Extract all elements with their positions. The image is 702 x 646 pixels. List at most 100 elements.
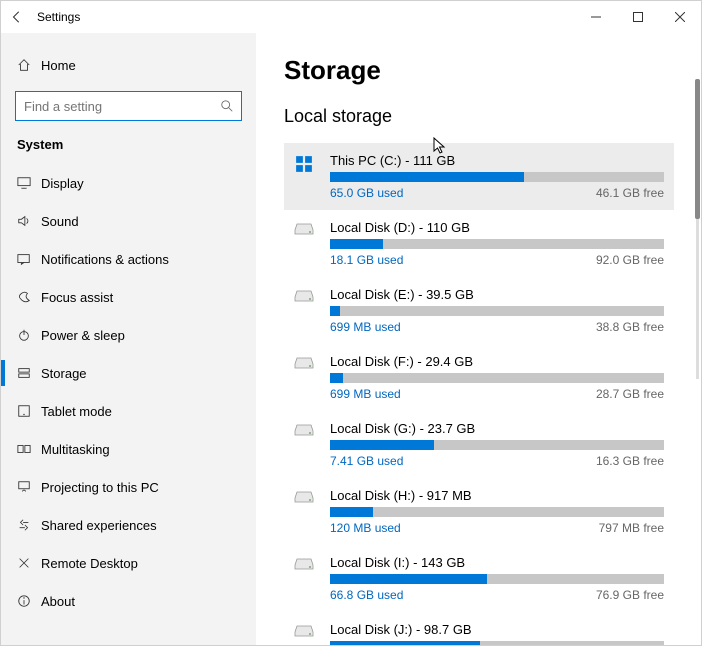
notifications-icon bbox=[17, 252, 41, 266]
nav-list: Display Sound Notifications & actions Fo… bbox=[1, 164, 256, 645]
disk-item[interactable]: This PC (C:) - 111 GB65.0 GB used46.1 GB… bbox=[284, 143, 674, 210]
disk-body: Local Disk (D:) - 110 GB 18.1 GB used 92.0… bbox=[330, 220, 664, 267]
disk-item[interactable]: Local Disk (E:) - 39.5 GB699 MB used38.8… bbox=[284, 277, 674, 344]
sound-icon bbox=[17, 214, 41, 228]
projecting-icon bbox=[17, 480, 41, 494]
usage-bar bbox=[330, 440, 664, 450]
nav-label: Display bbox=[41, 176, 84, 191]
usage-bar-fill bbox=[330, 440, 434, 450]
disk-used: 7.41 GB used bbox=[330, 454, 403, 468]
usage-bar-fill bbox=[330, 373, 343, 383]
disk-item[interactable]: Local Disk (H:) - 917 MB 120 MB used 797 M… bbox=[284, 478, 674, 545]
usage-bar-fill bbox=[330, 306, 340, 316]
section-heading: Local storage bbox=[284, 106, 701, 127]
disk-item[interactable]: Local Disk (J:) - 98.7 GB44.7 GB used53.… bbox=[284, 612, 674, 645]
disk-list: This PC (C:) - 111 GB65.0 GB used46.1 GB… bbox=[284, 143, 674, 645]
nav-item-sound[interactable]: Sound bbox=[1, 202, 256, 240]
disk-item[interactable]: Local Disk (G:) - 23.7 GB 7.41 GB used 16.… bbox=[284, 411, 674, 478]
disk-free: 28.7 GB free bbox=[596, 387, 664, 401]
usage-bar-fill bbox=[330, 172, 524, 182]
disk-used: 65.0 GB used bbox=[330, 186, 403, 200]
search-input[interactable] bbox=[15, 91, 242, 121]
window-title: Settings bbox=[37, 10, 80, 24]
drive-icon bbox=[290, 354, 318, 401]
disk-item[interactable]: Local Disk (D:) - 110 GB 18.1 GB used 92.0… bbox=[284, 210, 674, 277]
disk-stats: 66.8 GB used 76.9 GB free bbox=[330, 588, 664, 602]
nav-item-multitasking[interactable]: Multitasking bbox=[1, 430, 256, 468]
disk-stats: 65.0 GB used46.1 GB free bbox=[330, 186, 664, 200]
disk-used: 120 MB used bbox=[330, 521, 401, 535]
disk-stats: 699 MB used38.8 GB free bbox=[330, 320, 664, 334]
nav-label: Shared experiences bbox=[41, 518, 157, 533]
drive-icon bbox=[290, 622, 318, 645]
maximize-button[interactable] bbox=[617, 1, 659, 33]
usage-bar bbox=[330, 507, 664, 517]
nav-item-notifications[interactable]: Notifications & actions bbox=[1, 240, 256, 278]
nav-item-about[interactable]: About bbox=[1, 582, 256, 620]
nav-item-power[interactable]: Power & sleep bbox=[1, 316, 256, 354]
disk-body: This PC (C:) - 111 GB65.0 GB used46.1 GB… bbox=[330, 153, 664, 200]
disk-item[interactable]: Local Disk (F:) - 29.4 GB 699 MB used28.7… bbox=[284, 344, 674, 411]
nav-label: Sound bbox=[41, 214, 79, 229]
search-box bbox=[15, 91, 242, 121]
nav-label: Notifications & actions bbox=[41, 252, 169, 267]
disk-stats: 699 MB used28.7 GB free bbox=[330, 387, 664, 401]
disk-stats: 120 MB used 797 MB free bbox=[330, 521, 664, 535]
minimize-button[interactable] bbox=[575, 1, 617, 33]
disk-body: Local Disk (H:) - 917 MB 120 MB used 797 M… bbox=[330, 488, 664, 535]
windows-drive-icon bbox=[290, 153, 318, 200]
nav-item-tablet[interactable]: Tablet mode bbox=[1, 392, 256, 430]
nav-item-display[interactable]: Display bbox=[1, 164, 256, 202]
usage-bar-fill bbox=[330, 574, 487, 584]
nav-item-remote[interactable]: Remote Desktop bbox=[1, 544, 256, 582]
disk-title: Local Disk (G:) - 23.7 GB bbox=[330, 421, 664, 436]
drive-icon bbox=[290, 287, 318, 334]
disk-stats: 18.1 GB used 92.0 GB free bbox=[330, 253, 664, 267]
disk-free: 76.9 GB free bbox=[596, 588, 664, 602]
disk-body: Local Disk (G:) - 23.7 GB 7.41 GB used 16.… bbox=[330, 421, 664, 468]
disk-stats: 7.41 GB used 16.3 GB free bbox=[330, 454, 664, 468]
disk-title: Local Disk (D:) - 110 GB bbox=[330, 220, 664, 235]
nav-label: Multitasking bbox=[41, 442, 110, 457]
multitasking-icon bbox=[17, 442, 41, 456]
disk-body: Local Disk (E:) - 39.5 GB699 MB used38.8… bbox=[330, 287, 664, 334]
disk-item[interactable]: Local Disk (I:) - 143 GB66.8 GB used76.9… bbox=[284, 545, 674, 612]
usage-bar bbox=[330, 172, 664, 182]
drive-icon bbox=[290, 421, 318, 468]
usage-bar bbox=[330, 574, 664, 584]
storage-icon bbox=[17, 366, 41, 380]
usage-bar-fill bbox=[330, 641, 480, 645]
home-button[interactable]: Home bbox=[1, 47, 256, 83]
disk-body: Local Disk (J:) - 98.7 GB44.7 GB used53.… bbox=[330, 622, 664, 645]
nav-item-focus[interactable]: Focus assist bbox=[1, 278, 256, 316]
titlebar: Settings bbox=[1, 1, 701, 33]
nav-item-storage[interactable]: Storage bbox=[1, 354, 256, 392]
shared-icon bbox=[17, 518, 41, 532]
back-button[interactable] bbox=[1, 1, 33, 33]
disk-title: Local Disk (H:) - 917 MB bbox=[330, 488, 664, 503]
tablet-icon bbox=[17, 404, 41, 418]
search-icon bbox=[220, 99, 234, 113]
home-icon bbox=[17, 58, 41, 72]
power-icon bbox=[17, 328, 41, 342]
disk-free: 797 MB free bbox=[599, 521, 664, 535]
about-icon bbox=[17, 594, 41, 608]
disk-used: 18.1 GB used bbox=[330, 253, 403, 267]
disk-free: 16.3 GB free bbox=[596, 454, 664, 468]
nav-item-projecting[interactable]: Projecting to this PC bbox=[1, 468, 256, 506]
home-label: Home bbox=[41, 58, 76, 73]
disk-used: 66.8 GB used bbox=[330, 588, 403, 602]
close-button[interactable] bbox=[659, 1, 701, 33]
usage-bar-fill bbox=[330, 239, 383, 249]
nav-item-shared[interactable]: Shared experiences bbox=[1, 506, 256, 544]
nav-label: About bbox=[41, 594, 75, 609]
disk-free: 92.0 GB free bbox=[596, 253, 664, 267]
display-icon bbox=[17, 176, 41, 190]
usage-bar bbox=[330, 641, 664, 645]
disk-title: Local Disk (F:) - 29.4 GB bbox=[330, 354, 664, 369]
sidebar: Home System Display Sound Notification bbox=[1, 33, 256, 645]
drive-icon bbox=[290, 220, 318, 267]
scrollbar-thumb[interactable] bbox=[695, 79, 700, 219]
usage-bar bbox=[330, 239, 664, 249]
nav-label: Tablet mode bbox=[41, 404, 112, 419]
